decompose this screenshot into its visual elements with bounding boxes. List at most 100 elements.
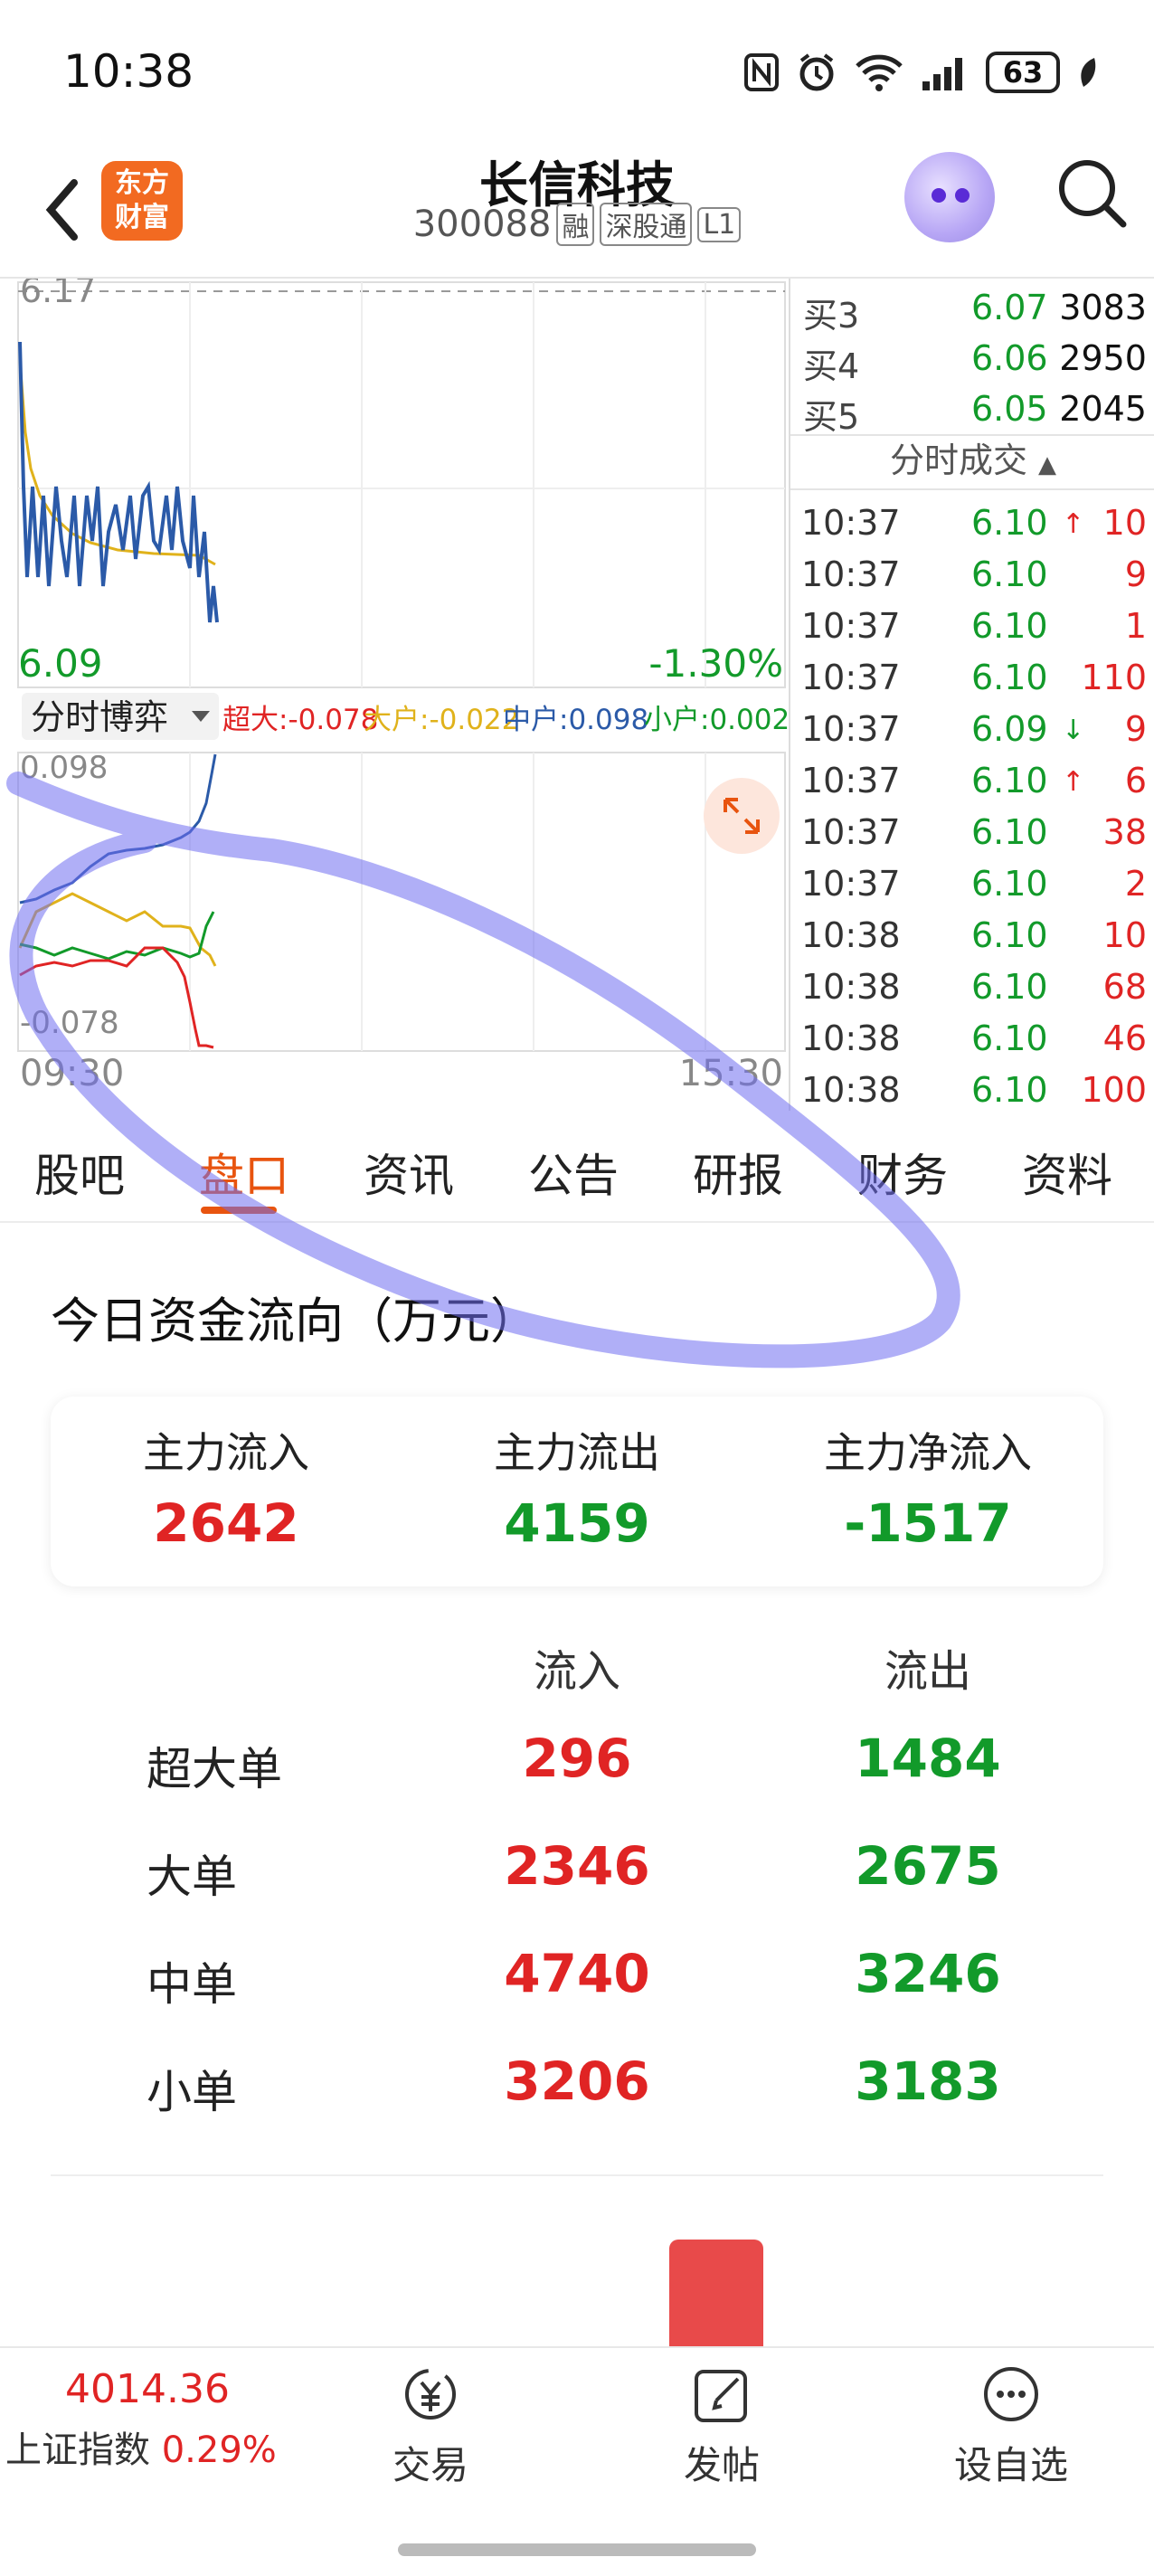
status-time: 10:38 xyxy=(63,45,194,98)
trade-price: 6.10 xyxy=(971,554,1048,594)
trade-volume: 2 xyxy=(1124,864,1147,904)
trade-time: 10:38 xyxy=(801,1070,901,1110)
tab-pankou[interactable]: 盘口 xyxy=(199,1140,289,1205)
trade-button[interactable]: 交易 xyxy=(340,2364,521,2490)
row-inflow: 296 xyxy=(522,1728,632,1789)
active-tab-indicator xyxy=(201,1207,277,1214)
trade-row: 10:38 6.10 10 xyxy=(799,910,1152,961)
trade-row: 10:37 6.10 9 xyxy=(799,549,1152,600)
tab-news[interactable]: 资讯 xyxy=(364,1140,454,1205)
trade-time: 10:38 xyxy=(801,967,901,1007)
stock-code: 300088 xyxy=(412,204,552,245)
trade-price: 6.09 xyxy=(971,709,1048,749)
tab-guba[interactable]: 股吧 xyxy=(34,1140,125,1205)
intraday-chart[interactable]: 6.17 6.09 -1.30% 分时博弈 超大:-0.078 大户:-0.02… xyxy=(0,270,790,1111)
tab-announcements[interactable]: 公告 xyxy=(528,1140,619,1205)
add-watchlist-button[interactable]: 设自选 xyxy=(921,2364,1102,2490)
sub-max-label: 0.098 xyxy=(20,750,108,786)
trade-price: 6.10 xyxy=(971,967,1048,1007)
indicator-select[interactable]: 分时博弈 xyxy=(31,697,168,737)
trade-price: 6.10 xyxy=(971,761,1048,800)
chart-svg: 6.17 6.09 -1.30% 分时博弈 超大:-0.078 大户:-0.02… xyxy=(17,270,790,1094)
bid-price: 6.05 xyxy=(971,389,1048,429)
tab-research[interactable]: 研报 xyxy=(693,1140,783,1205)
row-inflow: 3206 xyxy=(504,2050,650,2112)
bid-label: 买3 xyxy=(803,296,860,336)
trade-price: 6.10 xyxy=(971,606,1048,646)
col-outflow-header: 流出 xyxy=(884,1646,971,1697)
nfc-icon xyxy=(744,53,779,91)
trade-time: 10:38 xyxy=(801,915,901,955)
expand-button-bg[interactable] xyxy=(704,778,780,854)
trade-row: 10:37 6.10 2 xyxy=(799,858,1152,909)
signal-icon xyxy=(922,58,962,90)
trade-volume: 9 xyxy=(1124,709,1147,749)
trade-volume: 38 xyxy=(1102,812,1147,852)
avg-price-line xyxy=(18,359,216,566)
trade-time: 10:37 xyxy=(801,761,901,800)
trade-volume: 1 xyxy=(1124,606,1147,646)
sub-pane-border xyxy=(17,752,786,1052)
main-flow-card: 主力流入 2642 主力流出 4159 主力净流入 -1517 xyxy=(51,1397,1103,1586)
search-icon[interactable] xyxy=(1051,152,1132,233)
trade-price: 6.10 xyxy=(971,503,1048,543)
trade-price: 6.10 xyxy=(971,812,1048,852)
row-outflow: 3183 xyxy=(855,2050,1001,2112)
main-outflow: 主力流出 4159 xyxy=(402,1420,752,1554)
trade-time: 10:37 xyxy=(801,709,901,749)
trade-time: 10:38 xyxy=(801,1018,901,1058)
main-net-inflow-value: -1517 xyxy=(844,1492,1012,1554)
trade-row: 10:37 6.09 ↓ 9 xyxy=(799,704,1152,754)
change-pct-label: -1.30% xyxy=(648,641,783,686)
index-ticker[interactable]: 上证指数 0.29% xyxy=(5,2420,277,2473)
row-outflow: 2675 xyxy=(855,1835,1001,1897)
row-name: 超大单 xyxy=(147,1743,282,1795)
trade-time: 10:37 xyxy=(801,658,901,697)
trade-time: 10:37 xyxy=(801,812,901,852)
bid-label: 买4 xyxy=(803,346,860,386)
index-value[interactable]: 4014.36 xyxy=(65,2366,230,2412)
row-outflow: 1484 xyxy=(855,1728,1001,1789)
time-end-label: 15:30 xyxy=(679,1053,783,1094)
table-row: 大单 2346 2675 xyxy=(0,1826,1154,1908)
home-indicator[interactable] xyxy=(398,2543,756,2556)
status-icons: 63 xyxy=(743,45,1100,99)
trades-title-text: 分时成交 xyxy=(889,440,1027,480)
assistant-robot-icon[interactable] xyxy=(904,152,995,242)
post-button[interactable]: 发帖 xyxy=(631,2364,812,2490)
table-row: 超大单 296 1484 xyxy=(0,1719,1154,1800)
tab-profile[interactable]: 资料 xyxy=(1022,1140,1112,1205)
trade-volume: 110 xyxy=(1081,658,1147,697)
row-inflow: 2346 xyxy=(504,1835,650,1897)
trades-title[interactable]: 分时成交 ▲ xyxy=(790,432,1154,482)
small-flow-line xyxy=(19,911,215,961)
legend-large: 大户:-0.022 xyxy=(364,704,519,736)
trade-volume: 10 xyxy=(1102,503,1147,543)
trade-yuan-icon xyxy=(405,2369,456,2420)
robot-eye-left xyxy=(932,188,946,203)
detail-tabs: 股吧 盘口 资讯 公告 研报 财务 资料 xyxy=(0,1113,1154,1223)
flow-bar-chart-bar xyxy=(669,2240,763,2346)
trade-volume: 10 xyxy=(1102,915,1147,955)
table-row: 小单 3206 3183 xyxy=(0,2041,1154,2123)
trade-row: 10:38 6.10 46 xyxy=(799,1013,1152,1064)
price-pane-border xyxy=(17,281,786,688)
legend-medium: 中户:0.098 xyxy=(503,704,648,736)
stock-header: 东方 财富 长信科技 300088 融 深股通 L1 xyxy=(0,145,1154,280)
edit-icon xyxy=(695,2370,747,2422)
post-label: 发帖 xyxy=(683,2443,760,2487)
badge-connect: 深股通 xyxy=(600,203,693,246)
alarm-icon xyxy=(799,53,834,91)
time-start-label: 09:30 xyxy=(20,1053,124,1094)
row-name: 中单 xyxy=(147,1958,237,2011)
bid-row: 买4 6.06 2950 xyxy=(799,333,1152,386)
caret-up-icon: ▲ xyxy=(1038,451,1057,478)
row-inflow: 4740 xyxy=(504,1943,650,2004)
bid-price: 6.06 xyxy=(971,338,1048,378)
trade-row: 10:37 6.10 ↑ 6 xyxy=(799,755,1152,806)
watchlist-label: 设自选 xyxy=(953,2443,1068,2487)
index-change: 0.29% xyxy=(161,2429,277,2471)
tab-finance[interactable]: 财务 xyxy=(857,1140,948,1205)
trade-volume: 68 xyxy=(1102,967,1147,1007)
wifi-icon xyxy=(856,54,903,91)
